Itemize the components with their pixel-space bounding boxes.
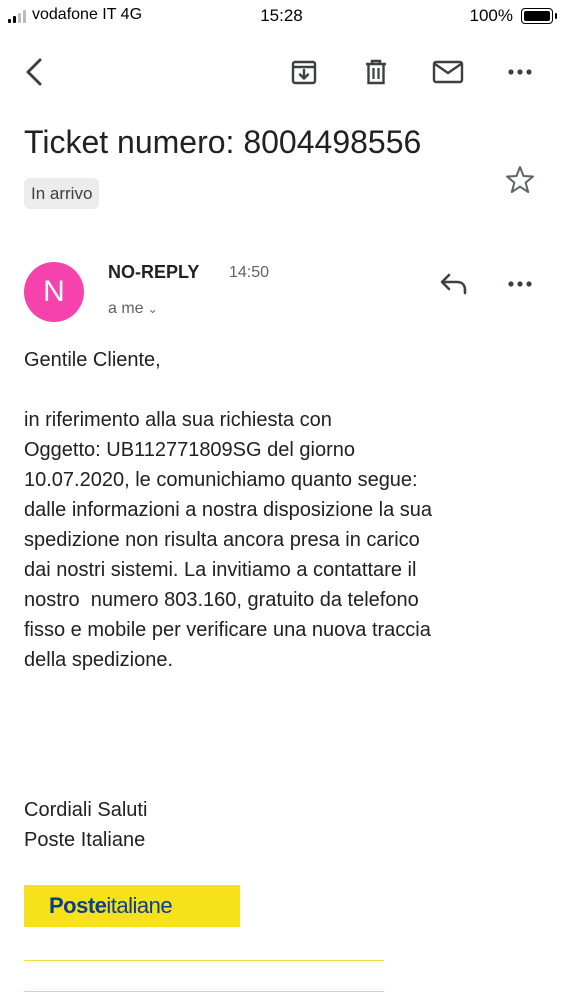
paragraph-line: dai nostri sistemi. La invitiamo a conta… <box>24 559 417 581</box>
paragraph-line: in riferimento alla sua richiesta con <box>24 409 332 431</box>
poste-italiane-logo: Posteitaliane <box>24 885 240 927</box>
paragraph-line: Oggetto: UB112771809SG del giorno <box>24 439 355 461</box>
battery-icon <box>521 8 557 24</box>
sent-time: 14:50 <box>229 264 270 281</box>
trash-icon[interactable] <box>356 52 396 92</box>
status-bar: vodafone IT 4G 15:28 100% <box>0 0 563 32</box>
greeting-text: Gentile Cliente, <box>24 349 161 371</box>
message-more-icon[interactable] <box>498 262 542 306</box>
archive-icon[interactable] <box>284 52 324 92</box>
avatar[interactable]: N <box>24 262 84 322</box>
closing-text: Cordiali Saluti <box>24 799 148 821</box>
divider <box>24 960 384 961</box>
star-icon[interactable] <box>503 163 537 197</box>
logo-text: Posteitaliane <box>49 893 173 918</box>
recipient-details-toggle[interactable]: a me ⌄ <box>108 300 158 318</box>
paragraph-line: della spedizione. <box>24 649 173 671</box>
paragraph-line: dalle informazioni a nostra disposizione… <box>24 499 433 521</box>
chevron-down-icon: ⌄ <box>147 302 158 316</box>
signature-text: Poste Italiane <box>24 829 146 851</box>
sender-name: NO-REPLY <box>108 262 200 282</box>
more-icon[interactable] <box>500 52 540 92</box>
email-subject: Ticket numero: 8004498556 <box>24 124 422 160</box>
paragraph-line: nostro numero 803.160, gratuito da telef… <box>24 589 419 611</box>
paragraph-line: fisso e mobile per verificare una nuova … <box>24 619 431 641</box>
mail-icon[interactable] <box>428 52 468 92</box>
recipient-label: a me <box>108 300 144 317</box>
inbox-label-chip[interactable]: In arrivo <box>24 178 100 209</box>
message-paragraph: in riferimento alla sua richiesta con Og… <box>24 405 432 675</box>
back-arrow-icon[interactable] <box>14 52 54 92</box>
paragraph-line: 10.07.2020, le comunichiamo quanto segue… <box>24 469 418 491</box>
battery-percent: 100% <box>469 6 513 25</box>
paragraph-line: spedizione non risulta ancora presa in c… <box>24 529 420 551</box>
reply-icon[interactable] <box>432 262 476 306</box>
divider <box>24 991 384 992</box>
